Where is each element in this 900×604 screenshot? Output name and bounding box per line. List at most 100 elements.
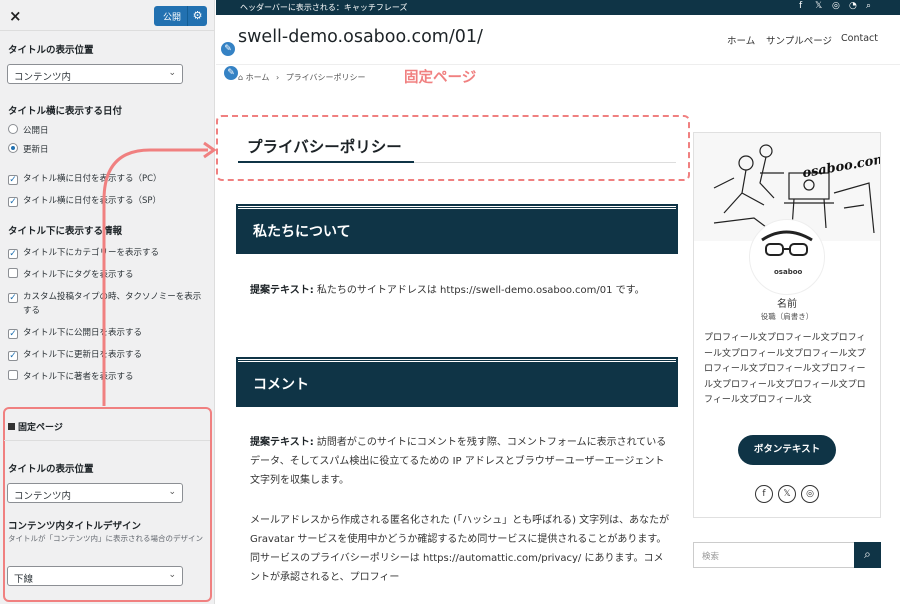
chevron-down-icon: ⌄: [168, 487, 176, 497]
profile-button[interactable]: ボタンテキスト: [738, 435, 836, 465]
checkbox-label: タイトル下にタグを表示する: [23, 270, 134, 280]
fixed-title-design-select[interactable]: 下線 ⌄: [7, 566, 183, 586]
facebook-icon[interactable]: f: [755, 485, 773, 503]
radio-updated[interactable]: 更新日: [8, 143, 49, 157]
profile-role: 役職（肩書き）: [760, 312, 814, 321]
x-icon[interactable]: 𝕏: [815, 1, 822, 11]
checkbox-label: タイトル横に日付を表示する（SP）: [23, 196, 162, 206]
checkbox-updated-below[interactable]: ✓ タイトル下に更新日を表示する: [8, 348, 142, 362]
checkbox[interactable]: [8, 268, 18, 278]
fixed-page-section-label: 固定ページ: [18, 423, 63, 433]
instagram-icon[interactable]: ◎: [801, 485, 819, 503]
checkbox-published-below[interactable]: ✓ タイトル下に公開日を表示する: [8, 326, 142, 340]
header-bar: ヘッダーバーに表示される：キャッチフレーズ f 𝕏 ◎ ◔ ⌕: [216, 0, 900, 15]
checkbox[interactable]: ✓: [8, 351, 18, 361]
checkbox-date-pc[interactable]: ✓ タイトル横に日付を表示する（PC）: [8, 172, 162, 186]
checkbox[interactable]: ✓: [8, 175, 18, 185]
info-heading: タイトル下に表示する情報: [8, 226, 123, 237]
publish-button[interactable]: 公開 ⚙: [154, 6, 207, 26]
profile-widget: osaboo.com osaboo 名前 役職（肩書き） プロフィール文プロフィ…: [693, 132, 881, 518]
facebook-icon[interactable]: f: [799, 1, 802, 11]
date-heading: タイトル横に表示する日付: [8, 106, 123, 117]
nav-home[interactable]: ホーム: [727, 33, 755, 47]
checkbox[interactable]: ✓: [8, 249, 18, 259]
section-heading-text: コメント: [253, 377, 309, 393]
radio-button[interactable]: [8, 143, 18, 153]
x-icon[interactable]: 𝕏: [778, 485, 796, 503]
paragraph: 提案テキスト: 私たちのサイトアドレスは https://swell-demo.…: [250, 281, 670, 300]
fixed-page-section-title: 固定ページ: [8, 420, 63, 433]
nav-contact[interactable]: Contact: [841, 33, 878, 44]
fixed-title-design-heading: コンテンツ内タイトルデザイン: [8, 521, 142, 532]
chevron-down-icon: ⌄: [168, 68, 176, 78]
breadcrumb-home[interactable]: ホーム: [246, 73, 270, 82]
radio-label: 公開日: [23, 126, 49, 136]
publish-label[interactable]: 公開: [163, 10, 181, 23]
breadcrumb: ⌂ ホーム › プライバシーポリシー: [238, 72, 366, 83]
page-title: プライバシーポリシー: [247, 138, 402, 156]
customizer-panel: × 公開 ⚙ タイトルの表示位置 コンテンツ内 ⌄ タイトル横に表示する日付 公…: [0, 0, 215, 604]
checkbox-author[interactable]: タイトル下に著者を表示する: [8, 370, 134, 384]
search-widget[interactable]: 検索 ⌕: [693, 542, 881, 568]
site-preview: ヘッダーバーに表示される：キャッチフレーズ f 𝕏 ◎ ◔ ⌕ swell-de…: [216, 0, 900, 604]
checkbox-taxonomy[interactable]: ✓ カスタム投稿タイプの時、タクソノミーを表示する: [8, 290, 206, 318]
suggested-text-label: 提案テキスト:: [250, 285, 314, 296]
chevron-down-icon: ⌄: [168, 570, 176, 580]
avatar-face: [761, 230, 813, 256]
avatar-text: osaboo: [774, 268, 803, 276]
paragraph: メールアドレスから作成される匿名化された (「ハッシュ」とも呼ばれる) 文字列は…: [250, 511, 670, 587]
section-heading-text: 私たちについて: [253, 224, 351, 240]
breadcrumb-separator: ›: [275, 73, 280, 82]
paragraph-text: 私たちのサイトアドレスは https://swell-demo.osaboo.c…: [313, 285, 645, 296]
checkbox-label: タイトル下に更新日を表示する: [23, 350, 143, 360]
fixed-title-design-value: 下線: [14, 574, 34, 585]
avatar: osaboo: [749, 219, 825, 295]
catchphrase: ヘッダーバーに表示される：キャッチフレーズ: [240, 3, 408, 12]
title-underline-accent: [238, 161, 414, 163]
section-heading: コメント: [236, 357, 678, 407]
title-position-value: コンテンツ内: [14, 72, 72, 83]
fixed-title-design-desc: タイトルが「コンテンツ内」に表示される場合のデザイン: [8, 534, 203, 543]
checkbox-label: カスタム投稿タイプの時、タクソノミーを表示する: [23, 292, 202, 316]
fixed-title-position-value: コンテンツ内: [14, 491, 72, 502]
paragraph-text: メールアドレスから作成される匿名化された (「ハッシュ」とも呼ばれる) 文字列は…: [250, 515, 670, 583]
search-input[interactable]: 検索: [702, 550, 719, 562]
suggested-text-label: 提案テキスト:: [250, 437, 314, 448]
radio-published[interactable]: 公開日: [8, 124, 49, 138]
instagram-icon[interactable]: ◎: [832, 1, 840, 11]
edit-shortcut-icon[interactable]: ✎: [220, 41, 236, 57]
search-icon[interactable]: ⌕: [854, 542, 881, 568]
gear-icon[interactable]: ⚙: [187, 6, 207, 26]
profile-name: 名前: [777, 299, 797, 310]
close-icon[interactable]: ×: [9, 7, 22, 25]
checkbox-date-sp[interactable]: ✓ タイトル横に日付を表示する（SP）: [8, 194, 161, 208]
edit-shortcut-icon[interactable]: ✎: [223, 65, 239, 81]
fixed-title-position-heading: タイトルの表示位置: [8, 464, 94, 475]
nav-sample-page[interactable]: サンプルページ: [766, 33, 832, 47]
customizer-header: × 公開 ⚙: [0, 0, 214, 31]
checkbox[interactable]: [8, 370, 18, 380]
radio-button[interactable]: [8, 124, 18, 134]
title-position-heading: タイトルの表示位置: [8, 45, 94, 56]
title-position-select[interactable]: コンテンツ内 ⌄: [7, 64, 183, 84]
header-divider: [216, 64, 900, 65]
radio-label: 更新日: [23, 145, 49, 155]
divider: [4, 440, 210, 441]
fixed-title-position-select[interactable]: コンテンツ内 ⌄: [7, 483, 183, 503]
checkbox-label: タイトル下にカテゴリーを表示する: [23, 248, 160, 258]
site-title[interactable]: swell-demo.osaboo.com/01/: [238, 27, 483, 47]
rss-icon[interactable]: ◔: [849, 1, 857, 11]
checkbox-label: タイトル下に公開日を表示する: [23, 328, 143, 338]
checkbox[interactable]: ✓: [8, 329, 18, 339]
checkbox-label: タイトル横に日付を表示する（PC）: [23, 174, 162, 184]
checkbox[interactable]: ✓: [8, 293, 18, 303]
paragraph: 提案テキスト: 訪問者がこのサイトにコメントを残す際、コメントフォームに表示され…: [250, 433, 670, 490]
search-icon[interactable]: ⌕: [866, 1, 871, 11]
checkbox-category[interactable]: ✓ タイトル下にカテゴリーを表示する: [8, 246, 159, 260]
profile-text: プロフィール文プロフィール文プロフィール文プロフィール文プロフィール文プロフィー…: [704, 333, 866, 405]
checkbox[interactable]: ✓: [8, 197, 18, 207]
checkbox-label: タイトル下に著者を表示する: [23, 372, 134, 382]
checkbox-tag[interactable]: タイトル下にタグを表示する: [8, 268, 134, 282]
breadcrumb-current: プライバシーポリシー: [285, 73, 366, 82]
square-icon: [8, 423, 15, 430]
